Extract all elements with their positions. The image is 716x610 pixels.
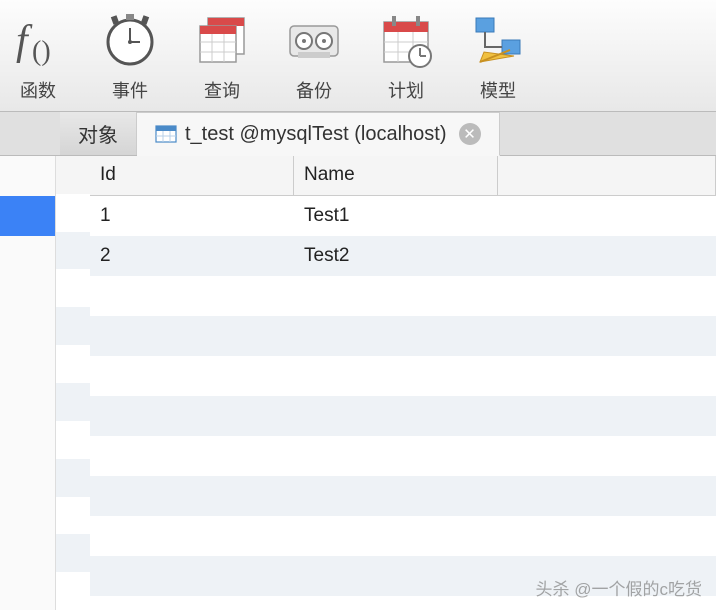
grid-header: Id Name — [90, 156, 716, 196]
toolbar-schedule[interactable]: 计划 — [368, 4, 444, 103]
toolbar-label: 备份 — [296, 77, 332, 103]
calendar-icon — [375, 9, 437, 71]
tape-icon — [283, 9, 345, 71]
column-header-empty — [498, 156, 716, 195]
toolbar-label: 查询 — [204, 77, 240, 103]
data-grid: Id Name 1 Test1 2 Test2 — [90, 156, 716, 610]
table-row[interactable]: 1 Test1 — [90, 196, 716, 236]
toolbar-label: 函数 — [20, 77, 56, 103]
table-row[interactable] — [90, 596, 716, 610]
diagram-icon — [467, 9, 529, 71]
cell-name[interactable]: Test2 — [294, 245, 498, 267]
grid-body: 1 Test1 2 Test2 — [90, 196, 716, 610]
function-icon: f () — [7, 9, 69, 71]
cell-id[interactable]: 1 — [90, 205, 294, 227]
main-toolbar: f () 函数 事件 — [0, 0, 716, 112]
tab-objects[interactable]: 对象 — [60, 112, 137, 155]
table-row[interactable] — [90, 516, 716, 556]
table-row[interactable] — [90, 396, 716, 436]
table-row[interactable] — [90, 556, 716, 596]
toolbar-label: 模型 — [480, 77, 516, 103]
sidebar-selection[interactable] — [0, 196, 55, 236]
table-row[interactable] — [90, 356, 716, 396]
svg-text:f: f — [16, 18, 33, 64]
toolbar-query[interactable]: 查询 — [184, 4, 260, 103]
left-sidebar — [0, 156, 56, 610]
toolbar-events[interactable]: 事件 — [92, 4, 168, 103]
toolbar-backup[interactable]: 备份 — [276, 4, 352, 103]
cell-id[interactable]: 2 — [90, 245, 294, 267]
tab-bar: 对象 t_test @mysqlTest (localhost) ✕ — [0, 112, 716, 156]
toolbar-model[interactable]: 模型 — [460, 4, 536, 103]
tab-label: t_test @mysqlTest (localhost) — [185, 123, 447, 146]
table-row[interactable] — [90, 316, 716, 356]
table-row[interactable] — [90, 476, 716, 516]
clock-icon — [99, 9, 161, 71]
table-icon — [155, 123, 177, 145]
cell-name[interactable]: Test1 — [294, 205, 498, 227]
svg-text:(): () — [32, 36, 51, 67]
table-row[interactable] — [90, 276, 716, 316]
toolbar-function[interactable]: f () 函数 — [0, 4, 76, 103]
tab-label: 对象 — [78, 119, 118, 148]
toolbar-label: 事件 — [112, 77, 148, 103]
tables-icon — [191, 9, 253, 71]
table-row[interactable] — [90, 436, 716, 476]
tab-table-ttest[interactable]: t_test @mysqlTest (localhost) ✕ — [137, 112, 500, 156]
close-icon[interactable]: ✕ — [459, 123, 481, 145]
row-gutter — [56, 156, 90, 610]
toolbar-label: 计划 — [388, 77, 424, 103]
column-header-name[interactable]: Name — [294, 156, 498, 195]
column-header-id[interactable]: Id — [90, 156, 294, 195]
table-row[interactable]: 2 Test2 — [90, 236, 716, 276]
